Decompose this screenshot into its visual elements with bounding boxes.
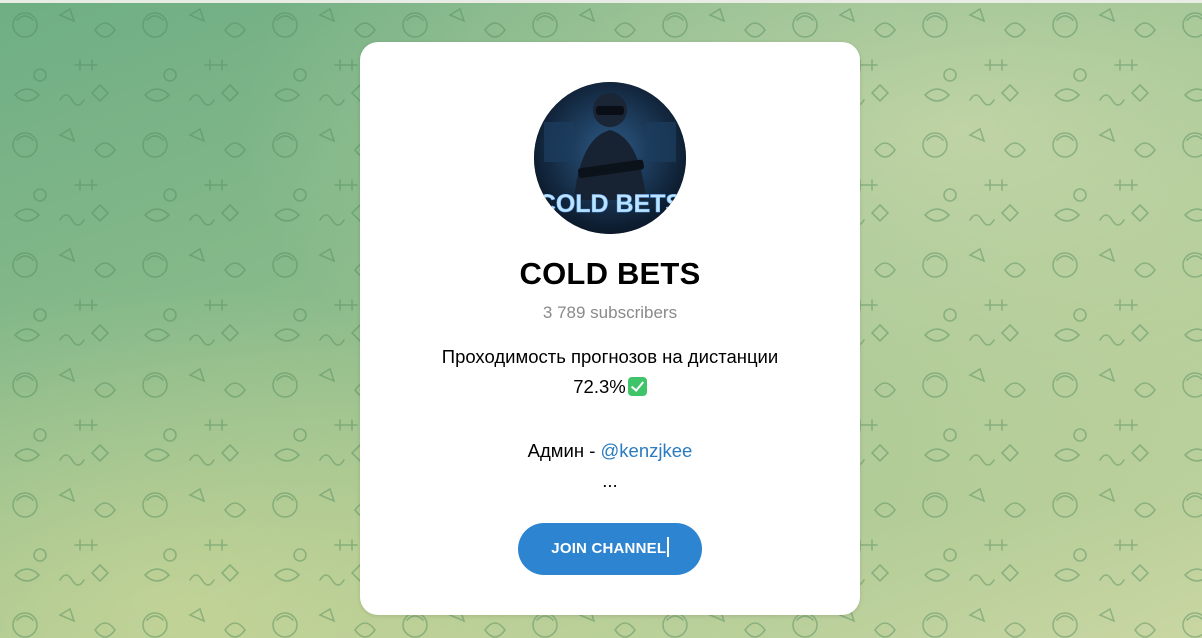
admin-mention-link[interactable]: @kenzjkee [601, 440, 693, 461]
admin-line: Админ - @kenzjkee [360, 436, 860, 466]
description-line-1: Проходимость прогнозов на дистанции [441, 346, 779, 367]
check-mark-icon [627, 377, 647, 396]
subscriber-count: 3 789 subscribers [542, 303, 678, 322]
admin-prefix: Админ - [527, 440, 601, 461]
channel-avatar: COLD BETS [534, 82, 686, 234]
channel-description: Проходимость прогнозов на дистанции 72.3… [360, 342, 860, 496]
description-ellipsis: ... [602, 470, 618, 491]
success-rate: 72.3% [573, 376, 626, 397]
text-cursor [667, 537, 669, 557]
channel-title: COLD BETS [519, 256, 701, 291]
channel-preview-card: COLD BETS COLD BETS 3 789 subscribers Пр… [360, 42, 860, 615]
join-channel-label: JOIN CHANNEL [551, 540, 667, 557]
top-divider [0, 0, 1202, 3]
join-channel-button[interactable]: JOIN CHANNEL [518, 523, 702, 575]
avatar-logo-text: COLD BETS [538, 190, 682, 218]
description-spacer [360, 402, 860, 436]
description-line-2: 72.3% [360, 372, 860, 402]
